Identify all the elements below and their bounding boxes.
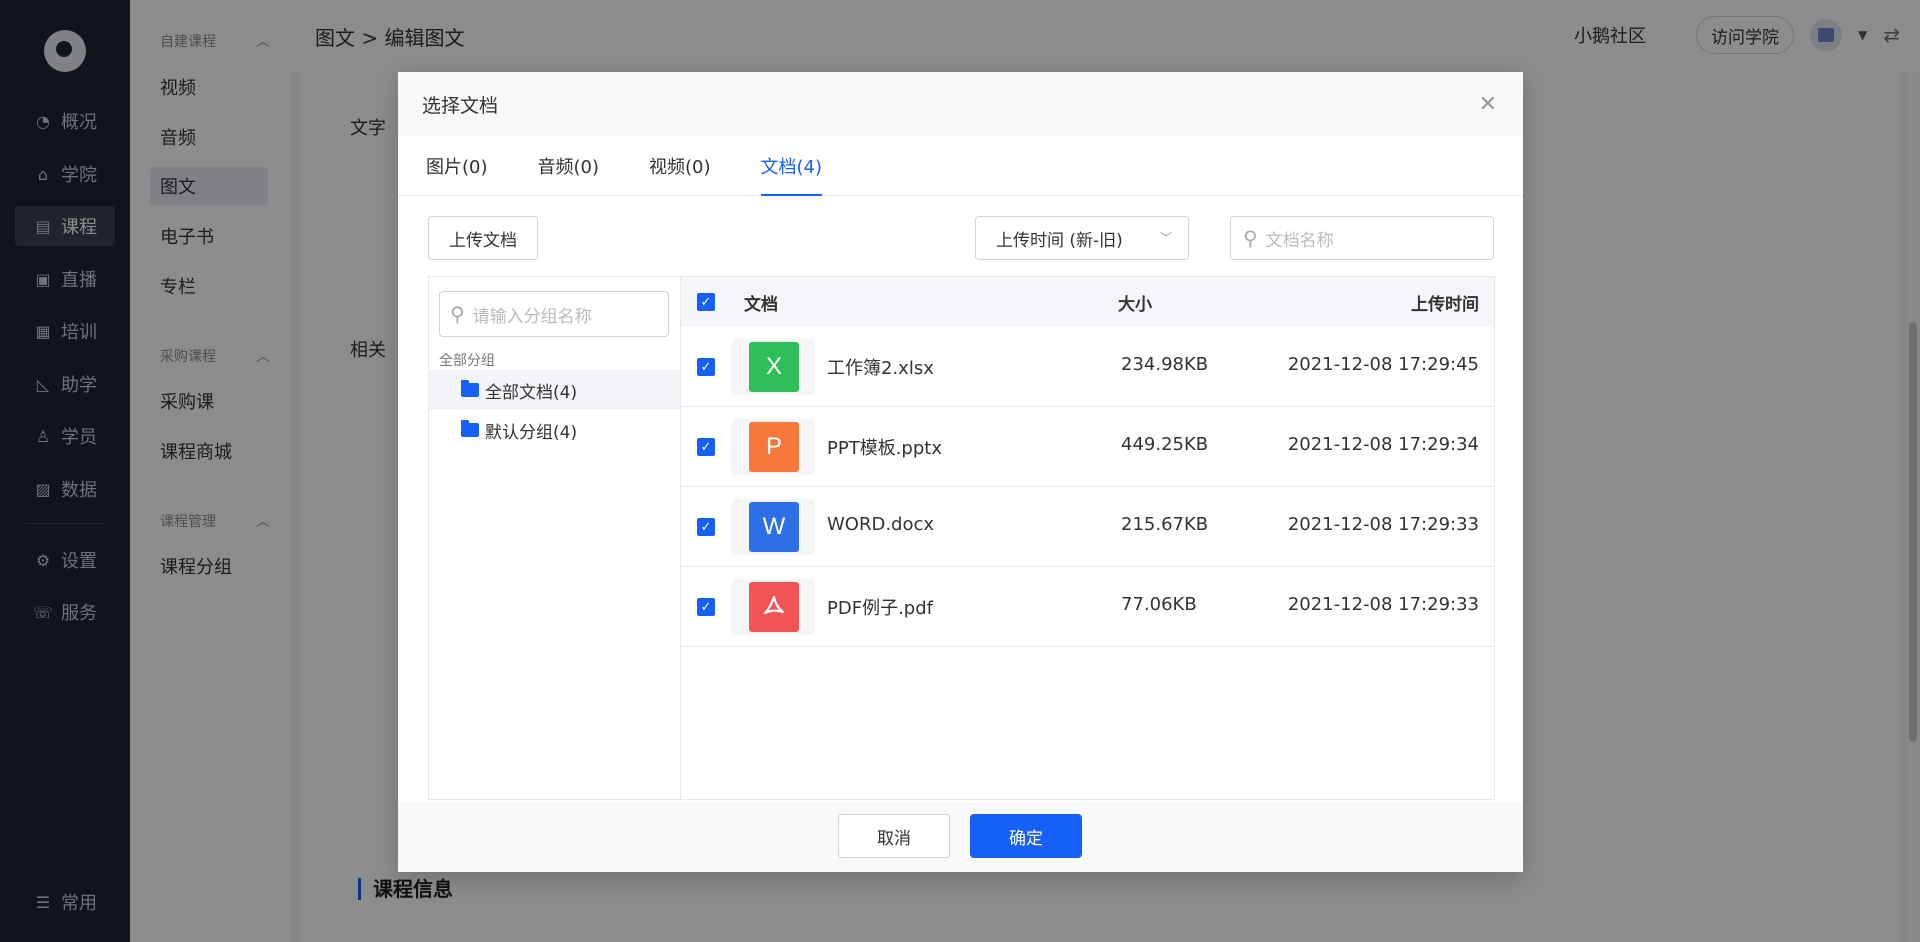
sort-select-value: 上传时间 (新-旧) bbox=[996, 230, 1123, 251]
file-size: 234.98KB bbox=[1121, 354, 1209, 375]
table-row[interactable]: ✓ PDF例子.pdf 77.06KB 2021-12-08 17:29:33 bbox=[681, 567, 1494, 647]
file-name: PDF例子.pdf bbox=[827, 598, 933, 619]
column-header-size: 大小 bbox=[1118, 294, 1152, 315]
dialog-title: 选择文档 bbox=[422, 94, 499, 117]
group-search-placeholder: 请输入分组名称 bbox=[472, 306, 592, 327]
tab-video[interactable]: 视频(0) bbox=[649, 136, 711, 195]
file-size: 449.25KB bbox=[1121, 434, 1209, 455]
group-item-label: 全部文档(4) bbox=[485, 382, 578, 403]
row-checkbox[interactable]: ✓ bbox=[697, 358, 715, 376]
dialog-footer: 取消 确定 bbox=[398, 802, 1523, 872]
sort-select[interactable]: 上传时间 (新-旧) ﹀ bbox=[975, 216, 1189, 260]
tab-images[interactable]: 图片(0) bbox=[426, 136, 488, 195]
select-document-dialog: 选择文档 ✕ 图片(0) 音频(0) 视频(0) 文档(4) 上传文档 上传时间… bbox=[398, 72, 1523, 872]
pdf-glyph-icon bbox=[763, 595, 785, 615]
cancel-button[interactable]: 取消 bbox=[838, 814, 950, 858]
folder-icon bbox=[461, 420, 479, 437]
group-panel: ⚲ 请输入分组名称 全部分组 全部文档(4) 默认分组(4) bbox=[429, 277, 681, 799]
tab-documents[interactable]: 文档(4) bbox=[760, 136, 822, 196]
file-upload-time: 2021-12-08 17:29:34 bbox=[1287, 434, 1479, 455]
file-name: PPT模板.pptx bbox=[827, 438, 942, 459]
dialog-toolbar: 上传文档 上传时间 (新-旧) ﹀ ⚲ 文档名称 bbox=[398, 196, 1523, 276]
confirm-button[interactable]: 确定 bbox=[970, 814, 1082, 858]
dialog-header: 选择文档 ✕ bbox=[398, 72, 1523, 136]
search-placeholder: 文档名称 bbox=[1265, 230, 1334, 251]
row-checkbox[interactable]: ✓ bbox=[697, 518, 715, 536]
excel-file-icon: X bbox=[749, 342, 799, 392]
file-thumbnail bbox=[731, 579, 815, 635]
column-header-time: 上传时间 bbox=[1411, 294, 1479, 315]
close-icon[interactable]: ✕ bbox=[1479, 92, 1497, 117]
group-title: 全部分组 bbox=[439, 353, 495, 369]
column-header-doc: 文档 bbox=[744, 294, 778, 315]
file-thumbnail: W bbox=[731, 499, 815, 555]
row-checkbox[interactable]: ✓ bbox=[697, 598, 715, 616]
row-checkbox[interactable]: ✓ bbox=[697, 438, 715, 456]
file-name: 工作簿2.xlsx bbox=[827, 358, 934, 379]
powerpoint-file-icon: P bbox=[749, 422, 799, 472]
pdf-file-icon bbox=[749, 582, 799, 632]
table-row[interactable]: ✓ P PPT模板.pptx 449.25KB 2021-12-08 17:29… bbox=[681, 407, 1494, 487]
file-name: WORD.docx bbox=[827, 514, 935, 535]
search-icon: ⚲ bbox=[450, 302, 465, 326]
document-search-input[interactable]: ⚲ 文档名称 bbox=[1230, 216, 1494, 260]
media-tabs: 图片(0) 音频(0) 视频(0) 文档(4) bbox=[398, 136, 1523, 196]
file-upload-time: 2021-12-08 17:29:33 bbox=[1287, 594, 1479, 615]
dialog-body: ⚲ 请输入分组名称 全部分组 全部文档(4) 默认分组(4) ✓ 文档 大小 上… bbox=[428, 276, 1495, 800]
folder-icon bbox=[461, 380, 479, 397]
file-size: 77.06KB bbox=[1121, 594, 1197, 615]
tab-audio[interactable]: 音频(0) bbox=[538, 136, 600, 195]
group-item-default[interactable]: 默认分组(4) bbox=[429, 410, 680, 450]
table-row[interactable]: ✓ W WORD.docx 215.67KB 2021-12-08 17:29:… bbox=[681, 487, 1494, 567]
document-table: ✓ 文档 大小 上传时间 ✓ X 工作簿2.xlsx 234.98KB 2021… bbox=[681, 277, 1494, 799]
search-icon: ⚲ bbox=[1243, 226, 1258, 250]
table-row[interactable]: ✓ X 工作簿2.xlsx 234.98KB 2021-12-08 17:29:… bbox=[681, 327, 1494, 407]
table-header: ✓ 文档 大小 上传时间 bbox=[681, 277, 1494, 327]
group-search-input[interactable]: ⚲ 请输入分组名称 bbox=[439, 291, 669, 337]
select-all-checkbox[interactable]: ✓ bbox=[697, 293, 715, 311]
file-thumbnail: X bbox=[731, 339, 815, 395]
file-upload-time: 2021-12-08 17:29:33 bbox=[1287, 514, 1479, 535]
file-size: 215.67KB bbox=[1121, 514, 1209, 535]
file-thumbnail: P bbox=[731, 419, 815, 475]
word-file-icon: W bbox=[749, 502, 799, 552]
file-upload-time: 2021-12-08 17:29:45 bbox=[1287, 354, 1479, 375]
upload-document-button[interactable]: 上传文档 bbox=[428, 216, 538, 260]
group-item-label: 默认分组(4) bbox=[485, 422, 578, 443]
chevron-down-icon: ﹀ bbox=[1159, 231, 1172, 245]
group-item-all[interactable]: 全部文档(4) bbox=[429, 370, 680, 410]
